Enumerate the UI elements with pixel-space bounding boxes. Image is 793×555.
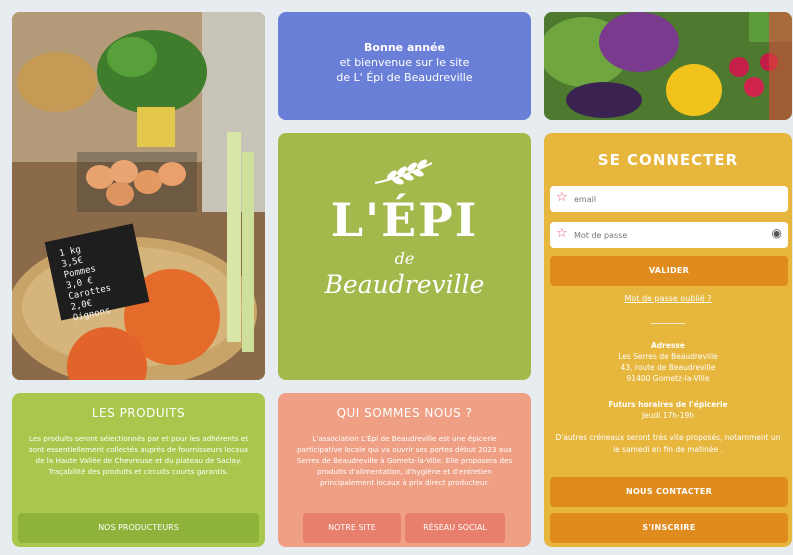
our-producers-button[interactable]: NOS PRODUCTEURS: [18, 513, 259, 543]
market-photo-illustration: [12, 12, 265, 380]
address-block: Adresse Les Serres de Beaudreville 43, r…: [544, 340, 792, 384]
hours-note: D'autres créneaux seront très vite propo…: [555, 433, 781, 454]
brand-de: de: [394, 249, 415, 268]
brand-logo-panel: L'ÉPI de Beaudreville: [278, 133, 531, 380]
welcome-heading: Bonne année: [364, 41, 445, 54]
about-title: QUI SOMMES NOUS ?: [336, 406, 473, 420]
welcome-line: de L' Épi de Beaudreville: [336, 71, 473, 84]
password-field[interactable]: ☆ ◉: [550, 222, 788, 248]
signup-button[interactable]: S'INSCRIRE: [550, 513, 788, 543]
required-star-icon: ☆: [556, 226, 568, 241]
hours-block: Futurs horaires de l'épicerie Jeudi 17h-…: [544, 399, 792, 421]
login-title: SE CONNECTER: [597, 151, 739, 169]
address-line: Les Serres de Beaudreville: [618, 352, 718, 361]
brand-name: Beaudreville: [324, 270, 485, 299]
social-network-button[interactable]: RÉSEAU SOCIAL: [405, 513, 505, 543]
required-star-icon: ☆: [556, 190, 568, 205]
hours-title: Futurs horaires de l'épicerie: [608, 400, 728, 409]
address-title: Adresse: [651, 341, 685, 350]
products-title: LES PRODUITS: [91, 406, 186, 420]
show-password-eye-icon[interactable]: ◉: [772, 226, 782, 240]
welcome-line: et bienvenue sur le site: [339, 56, 470, 69]
validate-button[interactable]: VALIDER: [550, 256, 788, 286]
wheat-icon: [278, 159, 531, 193]
address-line: 43, route de Beaudreville: [620, 363, 716, 372]
about-text: L'association L'Épi de Beaudreville est …: [296, 434, 513, 487]
email-input[interactable]: [572, 188, 766, 210]
vegetables-photo: [544, 12, 792, 120]
address-line: 91400 Gometz-la-Ville: [626, 374, 710, 383]
contact-button[interactable]: NOUS CONTACTER: [550, 477, 788, 507]
about-panel: QUI SOMMES NOUS ? L'association L'Épi de…: [278, 393, 531, 547]
brand-title: L'ÉPI: [330, 193, 479, 247]
products-text: Les produits seront sélectionnés par et …: [28, 434, 249, 476]
divider: [651, 323, 685, 324]
market-photo: 1 kg 3,5€ Pommes 3,0 € Carottes 2,0€ Oig…: [12, 12, 265, 380]
email-field[interactable]: ☆: [550, 186, 788, 212]
welcome-banner: Bonne année et bienvenue sur le site de …: [278, 12, 531, 120]
forgot-password-link[interactable]: Mot de passe oublié ?: [544, 294, 792, 303]
vegetables-illustration: [544, 12, 792, 120]
password-input[interactable]: [572, 224, 766, 246]
products-panel: LES PRODUITS Les produits seront sélecti…: [12, 393, 265, 547]
our-site-button[interactable]: NOTRE SITE: [303, 513, 401, 543]
hours-value: Jeudi 17h-19h: [641, 411, 695, 420]
login-panel: SE CONNECTER ☆ ☆ ◉ VALIDER Mot de passe …: [544, 133, 792, 547]
